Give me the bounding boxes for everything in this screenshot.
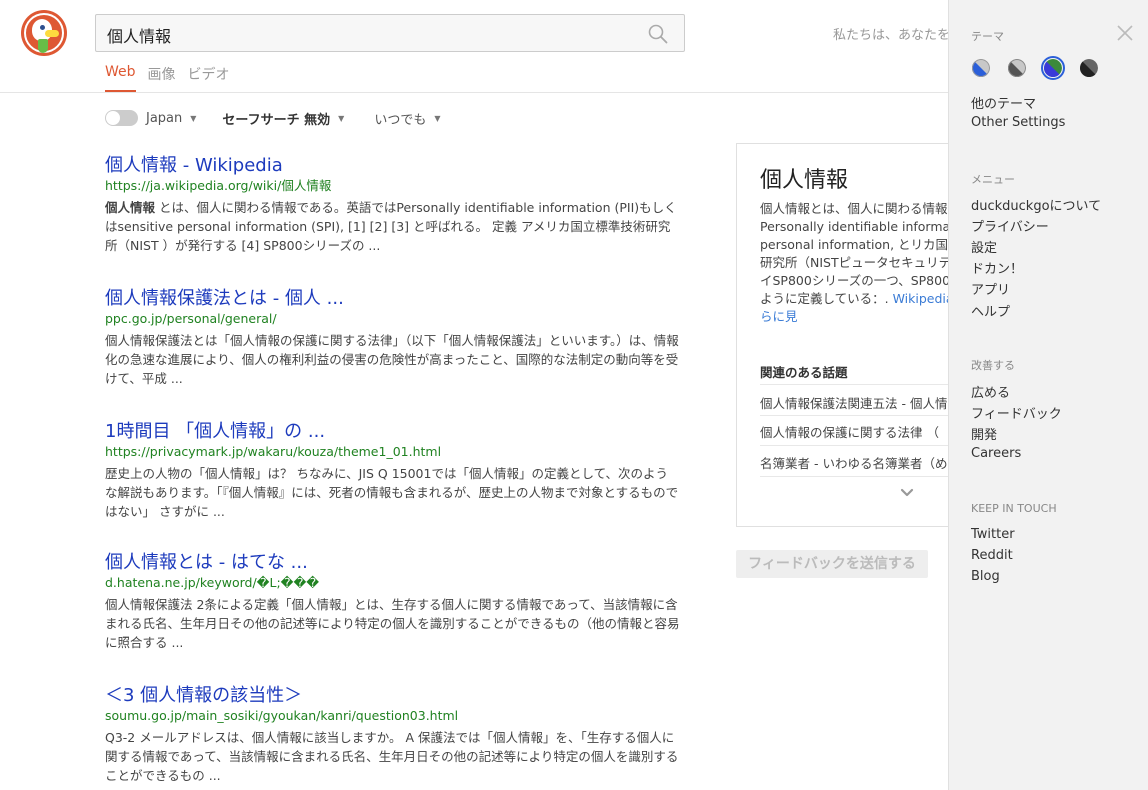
logo-duck-tie [38,39,48,53]
caret-down-icon: ▼ [190,113,197,123]
keep-in-touch-heading: KEEP IN TOUCH [971,502,1057,515]
result-title-link[interactable]: 個人情報 - Wikipedia [105,155,680,177]
caret-down-icon: ▼ [338,113,345,123]
other-settings-link[interactable]: Other Settings [971,115,1065,130]
time-filter[interactable]: いつでも ▼ [374,109,440,128]
related-divider [760,476,965,477]
theme-swatches [972,56,1098,80]
improve-item-feedback[interactable]: フィードバック [971,403,1062,422]
result-snippet: Q3-2 メールアドレスは、個人情報に該当しますか。 A 保護法では「個人情報」… [105,730,679,783]
result-url[interactable]: ppc.go.jp/personal/general/ [105,311,680,327]
duckduckgo-logo[interactable] [21,10,67,56]
header-tagline: 私たちは、あなたを [833,28,951,43]
related-divider [760,445,965,446]
logo-duck-beak [45,30,59,37]
menu-item-about[interactable]: duckduckgoについて [971,195,1101,214]
touch-item-twitter[interactable]: Twitter [971,527,1015,542]
safesearch-filter[interactable]: セーフサーチ 無効 ▼ [222,109,344,128]
chevron-down-icon[interactable] [900,486,914,500]
related-topics-heading: 関連のある話題 [760,365,848,380]
result-url[interactable]: soumu.go.jp/main_sosiki/gyoukan/kanri/qu… [105,708,680,724]
tab-images[interactable]: 画像 [148,64,176,92]
touch-item-blog[interactable]: Blog [971,569,1000,584]
menu-item-apps[interactable]: アプリ [971,279,1010,298]
send-feedback-button[interactable]: フィードバックを送信する [736,550,928,578]
region-toggle[interactable] [105,110,138,126]
improve-item-spread[interactable]: 広める [971,382,1010,401]
related-topic-link[interactable]: 個人情報保護法関連五法 - 個人情 [760,393,965,412]
search-filters: Japan ▼ セーフサーチ 無効 ▼ いつでも ▼ [105,108,441,128]
snippet-highlight: 個人情報 [105,200,156,215]
time-label: いつでも [374,112,427,128]
search-result: ＜3 個人情報の該当性＞ soumu.go.jp/main_sosiki/gyo… [105,685,680,785]
theme-swatch-default[interactable] [972,59,990,77]
theme-swatch-dark[interactable] [1080,59,1098,77]
menu-item-help[interactable]: ヘルプ [971,301,1010,320]
more-themes-link[interactable]: 他のテーマ [971,93,1036,112]
improve-item-careers[interactable]: Careers [971,446,1021,461]
search-result: 個人情報とは - はてな ... d.hatena.ne.jp/keyword/… [105,552,680,652]
search-input[interactable]: 個人情報 [107,23,171,47]
menu-item-settings[interactable]: 設定 [971,237,997,256]
knowledge-panel-abstract: 個人情報とは、個人に関わる情報はPersonally identifiable … [760,200,965,326]
close-icon[interactable] [1104,16,1144,50]
result-title-link[interactable]: 個人情報とは - はてな ... [105,552,680,574]
touch-item-reddit[interactable]: Reddit [971,548,1013,563]
safesearch-label: セーフサーチ 無効 [222,112,331,128]
result-snippet: 歴史上の人物の「個人情報」は？ ちなみに、JIS Q 15001では「個人情報」… [105,466,679,519]
result-title-link[interactable]: 1時間目 「個人情報」の ... [105,421,680,443]
related-divider [760,384,965,385]
search-result: 個人情報保護法とは - 個人 ... ppc.go.jp/personal/ge… [105,288,680,388]
search-result: 個人情報 - Wikipedia https://ja.wikipedia.or… [105,155,680,255]
snippet-text: とは、個人に関わる情報である。英語ではPersonally identifiab… [105,200,677,253]
result-url[interactable]: https://privacymark.jp/wakaru/kouza/them… [105,444,680,460]
related-topic-link[interactable]: 名簿業者 - いわゆる名簿業者（め [760,453,965,472]
result-url[interactable]: https://ja.wikipedia.org/wiki/個人情報 [105,178,680,194]
related-topic-link[interactable]: 個人情報の保護に関する法律 （ [760,422,965,441]
theme-heading: テーマ [971,30,1004,43]
search-result: 1時間目 「個人情報」の ... https://privacymark.jp/… [105,421,680,521]
search-icon[interactable] [648,24,668,44]
result-snippet: 個人情報 とは、個人に関わる情報である。英語ではPersonally ident… [105,198,680,255]
result-title-link[interactable]: 個人情報保護法とは - 個人 ... [105,288,680,310]
header-divider [0,92,948,93]
result-snippet: 個人情報保護法 2条による定義「個人情報」とは、生存する個人に関する情報であって… [105,597,680,650]
improve-heading: 改善する [971,359,1015,372]
search-box[interactable]: 個人情報 [95,14,685,52]
result-url[interactable]: d.hatena.ne.jp/keyword/�L;��� [105,575,680,591]
region-label: Japan [146,110,183,126]
result-title-link[interactable]: ＜3 個人情報の該当性＞ [105,685,680,707]
tab-web[interactable]: Web [105,64,136,92]
theme-swatch-gray[interactable] [1008,59,1026,77]
region-filter[interactable]: Japan ▼ [105,110,196,126]
result-snippet: 個人情報保護法とは「個人情報の保護に関する法律」（以下「個人情報保護法」といいま… [105,333,679,386]
knowledge-panel: 個人情報 個人情報とは、個人に関わる情報はPersonally identifi… [736,143,966,527]
menu-item-privacy[interactable]: プライバシー [971,216,1049,235]
improve-item-develop[interactable]: 開発 [971,424,997,443]
caret-down-icon: ▼ [434,113,441,123]
menu-heading: メニュー [971,173,1015,186]
related-divider [760,415,965,416]
search-tabs: Web 画像 ビデオ [105,64,230,92]
tab-videos[interactable]: ビデオ [188,64,230,92]
theme-swatch-terminal[interactable] [1041,56,1065,80]
knowledge-panel-title: 個人情報 [760,168,849,193]
logo-duck-eye [40,25,45,30]
menu-item-bang[interactable]: ドカン！ [971,258,1023,277]
